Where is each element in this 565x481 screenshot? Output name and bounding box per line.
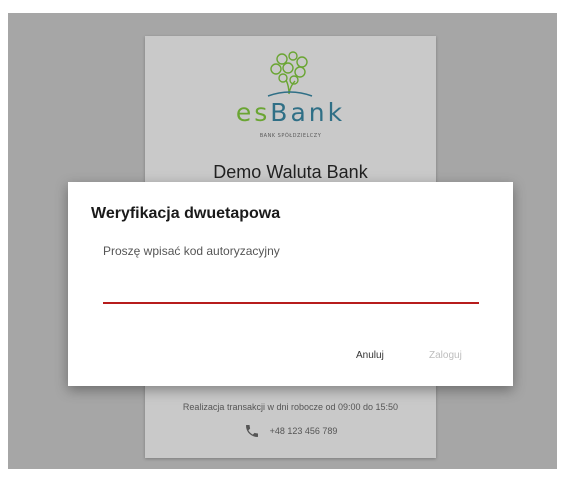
phone-row: +48 123 456 789 <box>145 423 436 439</box>
phone-icon <box>245 425 258 437</box>
two-factor-dialog: Weryfikacja dwuetapowa Proszę wpisać kod… <box>68 182 513 386</box>
dialog-title: Weryfikacja dwuetapowa <box>91 205 281 222</box>
logo-word-suffix: Bank <box>270 98 346 127</box>
cancel-button[interactable]: Anuluj <box>352 348 388 363</box>
logo-word-prefix: es <box>235 98 271 127</box>
authorization-code-input[interactable] <box>103 278 479 304</box>
transaction-hours: Realizacja transakcji w dni robocze od 0… <box>182 402 399 412</box>
logo-wordmark: esBank <box>145 98 436 127</box>
login-button[interactable]: Zaloguj <box>425 348 466 363</box>
phone-number: +48 123 456 789 <box>269 426 338 436</box>
logo-subtitle: BANK SPÓŁDZIELCZY <box>259 133 322 139</box>
bank-name: Demo Waluta Bank <box>213 162 368 182</box>
dialog-prompt: Proszę wpisać kod autoryzacyjny <box>103 244 280 258</box>
tree-logo-icon <box>267 51 313 97</box>
